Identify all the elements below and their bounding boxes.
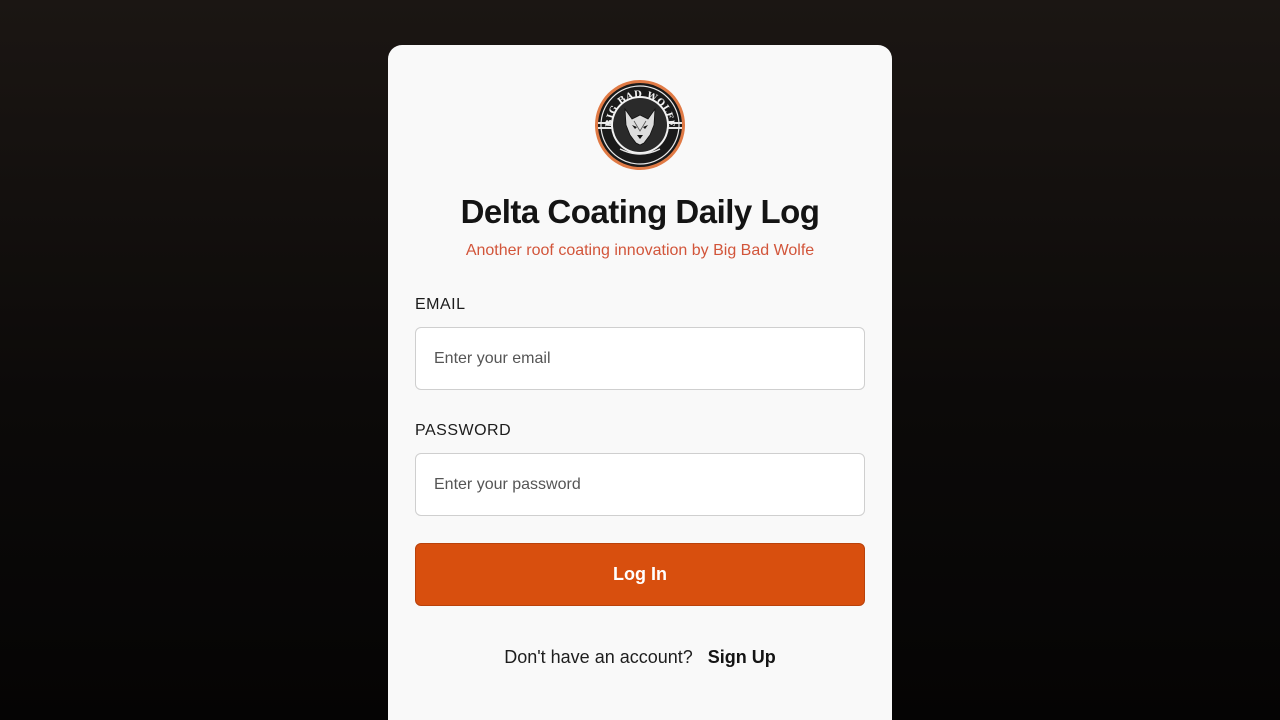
signup-prompt: Don't have an account? [504, 647, 693, 667]
login-card: BIG BAD WOLFE Delta Coating Daily Log An… [388, 45, 892, 720]
page-subtitle: Another roof coating innovation by Big B… [465, 242, 815, 259]
login-button[interactable]: Log In [415, 543, 865, 606]
email-input[interactable] [415, 327, 865, 390]
brand-logo: BIG BAD WOLFE [594, 79, 686, 171]
page-title: Delta Coating Daily Log [460, 193, 820, 230]
signup-link[interactable]: Sign Up [708, 647, 776, 667]
wolf-logo-icon: BIG BAD WOLFE [595, 80, 685, 170]
password-label: PASSWORD [415, 422, 512, 439]
password-input[interactable] [415, 453, 865, 516]
email-label: EMAIL [415, 296, 466, 313]
signup-row: Don't have an account? Sign Up [388, 647, 892, 668]
